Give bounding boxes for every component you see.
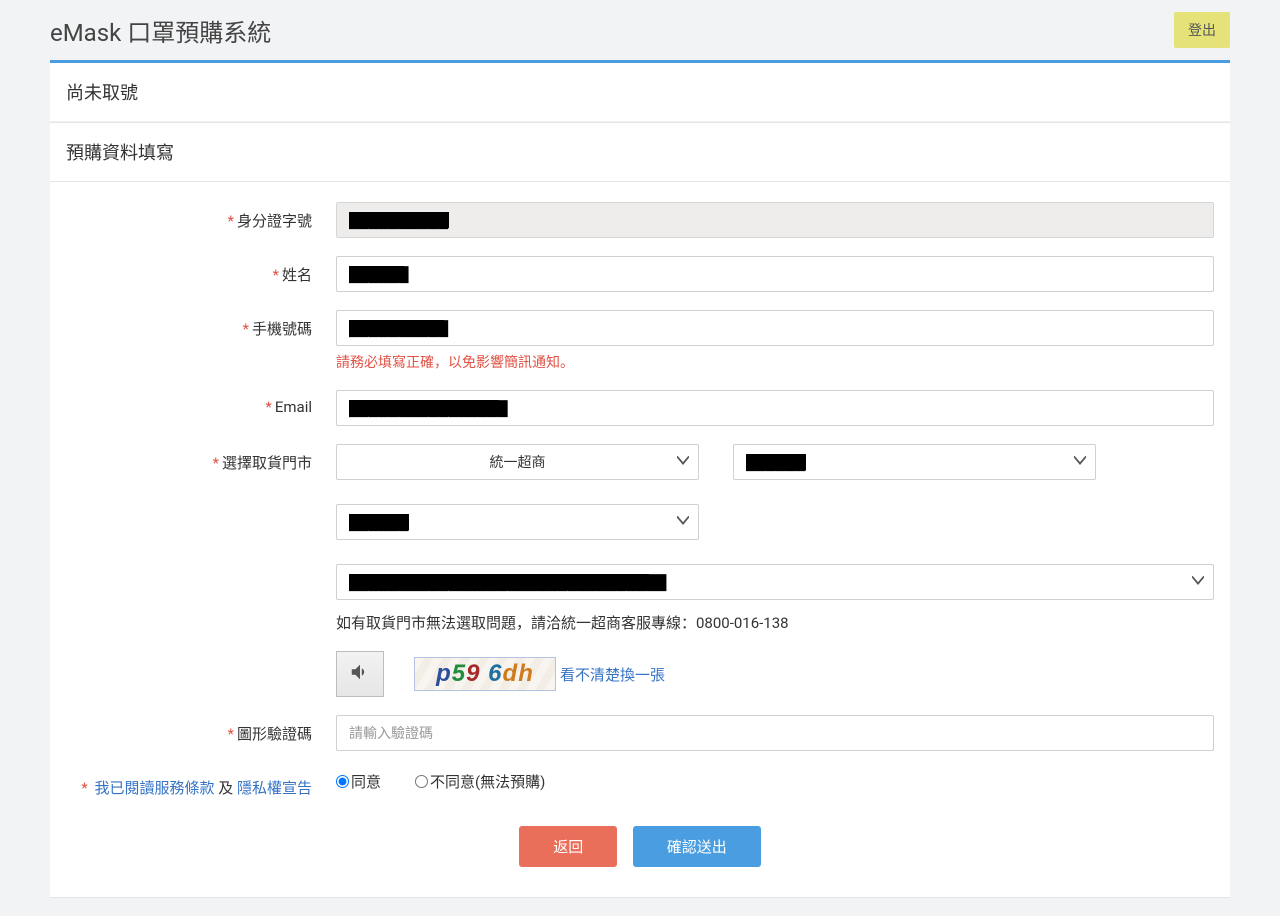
label-id: *身分證字號 [66,202,336,231]
privacy-link[interactable]: 隱私權宣告 [237,779,312,797]
agree-radio[interactable]: 同意 [336,771,381,792]
captcha-audio-button[interactable] [336,651,384,697]
store-city-select[interactable]: ██████ [733,444,1096,480]
label-phone: *手機號碼 [66,310,336,339]
store-branch-select[interactable]: ████████████████████████████████ [336,564,1214,600]
logout-button[interactable]: 登出 [1174,12,1230,48]
label-email: *Email [66,390,336,416]
back-button[interactable]: 返回 [519,826,617,867]
email-input[interactable]: ████████████████ [336,390,1214,426]
terms-link[interactable]: 我已閱讀服務條款 [94,779,214,797]
label-store: *選擇取貨門市 [66,444,336,473]
store-district-select[interactable]: ██████ [336,504,699,540]
form-section-title: 預購資料填寫 [50,123,1230,182]
captcha-input[interactable] [336,715,1214,751]
captcha-refresh-link[interactable]: 看不清楚換一張 [560,664,665,685]
store-hint: 如有取貨門市無法選取問題，請洽統一超商客服專線：0800-016-138 [336,612,1214,633]
phone-input[interactable]: ██████████ [336,310,1214,346]
submit-button[interactable]: 確認送出 [633,826,761,867]
disagree-radio[interactable]: 不同意(無法預購) [415,771,545,792]
store-chain-select[interactable]: 統一超商 [336,444,699,480]
label-name: *姓名 [66,256,336,285]
name-input[interactable]: ██████ [336,256,1214,292]
page-title: eMask 口罩預購系統 [50,13,271,48]
id-input: ██████████ [336,202,1214,238]
captcha-image: p59 6dh [414,657,556,691]
status-title: 尚未取號 [50,63,1230,122]
label-captcha: *圖形驗證碼 [66,715,336,744]
speaker-icon [349,661,371,687]
label-terms: * 我已閱讀服務條款 及 隱私權宣告 [66,769,336,798]
phone-hint: 請務必填寫正確，以免影響簡訊通知。 [336,352,1214,372]
